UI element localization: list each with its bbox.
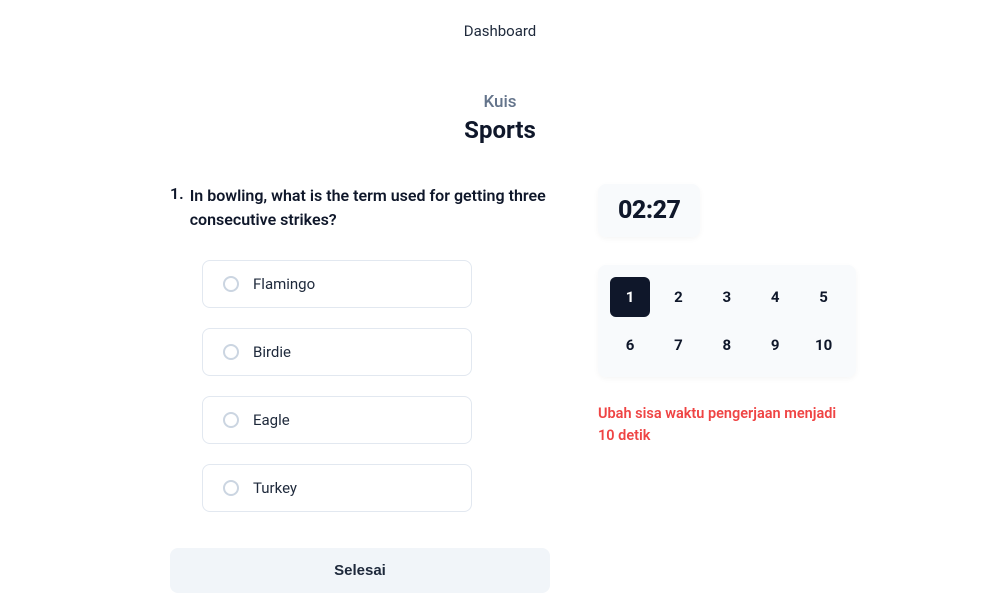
nav-cell-6[interactable]: 6 [610, 325, 650, 365]
nav-cell-5[interactable]: 5 [804, 277, 844, 317]
question-nav: 1 2 3 4 5 6 7 8 9 10 [598, 265, 856, 377]
radio-icon [223, 276, 239, 292]
radio-icon [223, 412, 239, 428]
nav-cell-4[interactable]: 4 [755, 277, 795, 317]
question-number: 1. [170, 184, 184, 232]
option-3[interactable]: Turkey [202, 464, 472, 512]
nav-cell-2[interactable]: 2 [658, 277, 698, 317]
option-2[interactable]: Eagle [202, 396, 472, 444]
nav-cell-1[interactable]: 1 [610, 277, 650, 317]
cheat-timer-link[interactable]: Ubah sisa waktu pengerjaan menjadi 10 de… [598, 403, 856, 447]
nav-cell-9[interactable]: 9 [755, 325, 795, 365]
quiz-subtitle: Kuis [170, 92, 830, 112]
quiz-header: Kuis Sports [170, 92, 830, 144]
question-text: In bowling, what is the term used for ge… [190, 184, 550, 232]
nav-cell-8[interactable]: 8 [707, 325, 747, 365]
question: 1. In bowling, what is the term used for… [170, 184, 550, 232]
option-label: Flamingo [253, 275, 315, 293]
nav-cell-3[interactable]: 3 [707, 277, 747, 317]
radio-icon [223, 344, 239, 360]
option-label: Eagle [253, 411, 290, 429]
timer: 02:27 [598, 184, 700, 237]
dashboard-link[interactable]: Dashboard [464, 22, 537, 40]
radio-icon [223, 480, 239, 496]
option-0[interactable]: Flamingo [202, 260, 472, 308]
option-label: Turkey [253, 479, 297, 497]
option-1[interactable]: Birdie [202, 328, 472, 376]
nav-cell-10[interactable]: 10 [804, 325, 844, 365]
finish-button[interactable]: Selesai [170, 548, 550, 593]
nav-cell-7[interactable]: 7 [658, 325, 698, 365]
option-label: Birdie [253, 343, 291, 361]
quiz-title: Sports [170, 116, 830, 144]
